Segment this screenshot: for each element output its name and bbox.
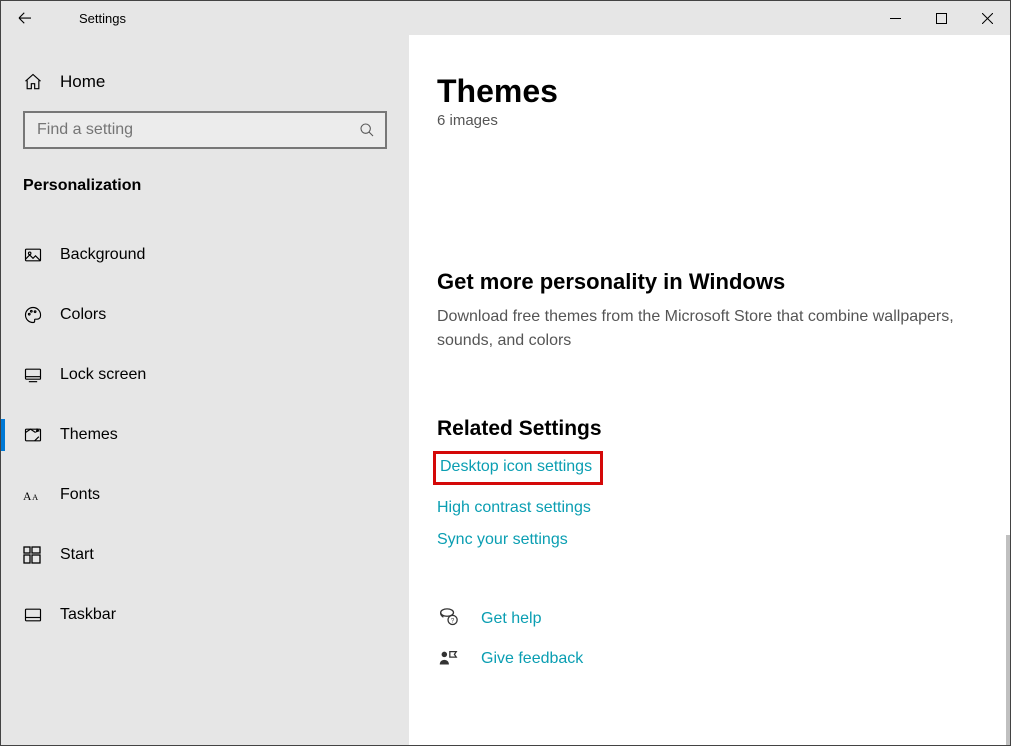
start-icon — [23, 546, 45, 564]
minimize-button[interactable] — [872, 1, 918, 35]
get-help-link[interactable]: ? Get help — [437, 599, 982, 639]
themes-icon — [23, 425, 45, 445]
sidebar-item-label: Lock screen — [45, 366, 146, 384]
sidebar-item-start[interactable]: Start — [1, 525, 409, 585]
nav-list: Background Colors Lock screen — [1, 215, 409, 645]
lock-screen-icon — [23, 365, 45, 385]
arrow-left-icon — [16, 9, 34, 27]
sidebar-item-label: Taskbar — [45, 606, 116, 624]
titlebar: Settings — [1, 1, 1010, 35]
palette-icon — [23, 305, 45, 325]
home-button[interactable]: Home — [1, 53, 409, 111]
search-box[interactable] — [23, 111, 387, 149]
feedback-icon — [437, 648, 461, 670]
promo-heading: Get more personality in Windows — [437, 269, 982, 295]
sidebar: Home Personalization Background — [1, 35, 409, 745]
sidebar-item-label: Fonts — [45, 486, 100, 504]
help-list: ? Get help Give feedback — [437, 599, 982, 679]
window-title: Settings — [49, 11, 126, 26]
category-label: Personalization — [1, 167, 409, 215]
back-button[interactable] — [1, 1, 49, 35]
sidebar-item-label: Colors — [45, 306, 106, 324]
image-icon — [23, 245, 45, 265]
taskbar-icon — [23, 605, 45, 625]
related-heading: Related Settings — [437, 417, 982, 441]
home-icon — [23, 72, 45, 92]
help-icon: ? — [437, 608, 461, 630]
give-feedback-link[interactable]: Give feedback — [437, 639, 982, 679]
svg-text:A: A — [23, 490, 32, 503]
body: Home Personalization Background — [1, 35, 1010, 745]
svg-text:A: A — [32, 493, 38, 502]
sidebar-item-label: Start — [45, 546, 94, 564]
help-label: Get help — [461, 610, 541, 628]
search-wrap — [1, 111, 409, 167]
maximize-button[interactable] — [918, 1, 964, 35]
link-high-contrast-settings[interactable]: High contrast settings — [437, 499, 591, 517]
scrollbar[interactable] — [1006, 535, 1010, 745]
sidebar-item-colors[interactable]: Colors — [1, 285, 409, 345]
settings-window: Settings Home — [0, 0, 1011, 746]
search-input[interactable] — [35, 120, 357, 140]
fonts-icon: AA — [23, 486, 45, 504]
sidebar-item-lock-screen[interactable]: Lock screen — [1, 345, 409, 405]
close-icon — [982, 13, 993, 24]
sidebar-item-label: Background — [45, 246, 145, 264]
minimize-icon — [890, 13, 901, 24]
svg-text:?: ? — [451, 618, 455, 625]
maximize-icon — [936, 13, 947, 24]
link-sync-your-settings[interactable]: Sync your settings — [437, 531, 568, 549]
feedback-label: Give feedback — [461, 650, 583, 668]
home-label: Home — [45, 72, 105, 92]
search-icon — [357, 122, 377, 138]
close-button[interactable] — [964, 1, 1010, 35]
main-content: Themes 6 images Get more personality in … — [409, 35, 1010, 745]
link-desktop-icon-settings[interactable]: Desktop icon settings — [433, 451, 603, 485]
sidebar-item-taskbar[interactable]: Taskbar — [1, 585, 409, 645]
sidebar-item-fonts[interactable]: AA Fonts — [1, 465, 409, 525]
page-title: Themes — [437, 73, 982, 110]
promo-body: Download free themes from the Microsoft … — [437, 305, 957, 353]
sidebar-item-background[interactable]: Background — [1, 225, 409, 285]
related-links: Desktop icon settings High contrast sett… — [437, 451, 982, 549]
sidebar-item-themes[interactable]: Themes — [1, 405, 409, 465]
sidebar-item-label: Themes — [45, 426, 118, 444]
clipped-text: 6 images — [437, 112, 982, 129]
